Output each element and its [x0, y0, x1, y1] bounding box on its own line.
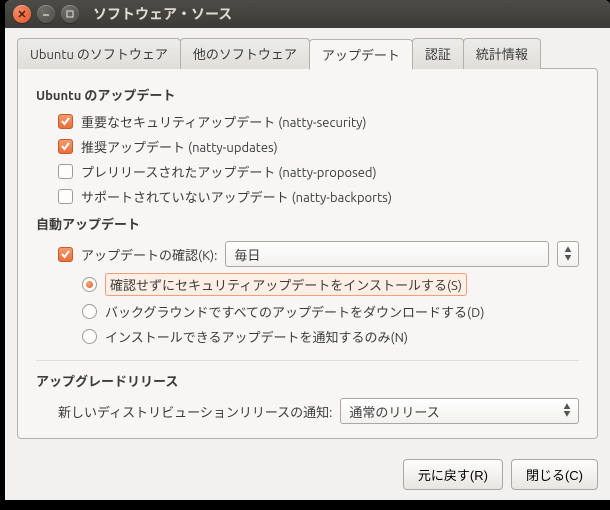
check-frequency-combo[interactable]: 毎日	[225, 241, 549, 267]
check-frequency-value: 毎日	[234, 245, 260, 264]
revert-button[interactable]: 元に戻す(R)	[403, 459, 503, 490]
checkbox-check-updates[interactable]	[58, 247, 73, 262]
titlebar: ソフトウェア・ソース	[5, 0, 610, 28]
radio-install-security-label: 確認せずにセキュリティアップデートをインストールする(S)	[105, 273, 467, 296]
radio-download-all-label: バックグラウンドですべてのアップデートをダウンロードする(D)	[105, 302, 484, 321]
release-notify-value: 通常のリリース	[349, 402, 439, 421]
checkbox-proposed-label: プレリリースされたアップデート (natty-proposed)	[81, 162, 377, 181]
release-upgrade-heading: アップグレードリリース	[36, 371, 579, 390]
tab-stats[interactable]: 統計情報	[463, 38, 541, 69]
close-button[interactable]: 閉じる(C)	[511, 459, 598, 490]
window-title: ソフトウェア・ソース	[93, 4, 232, 24]
checkbox-backports-label: サポートされていないアップデート (natty-backports)	[81, 187, 392, 206]
radio-notify-only[interactable]	[82, 329, 97, 344]
checkbox-backports[interactable]	[58, 189, 73, 204]
radio-notify-only-label: インストールできるアップデートを通知するのみ(N)	[105, 327, 408, 346]
tab-other-software[interactable]: 他のソフトウェア	[180, 38, 310, 69]
release-notify-combo[interactable]: 通常のリリース ▲ ▼	[340, 398, 579, 424]
tab-ubuntu-software[interactable]: Ubuntu のソフトウェア	[17, 38, 181, 69]
release-notify-label: 新しいディストリビューションリリースの通知:	[58, 402, 332, 421]
checkbox-proposed[interactable]	[58, 164, 73, 179]
chevron-up-icon: ▲	[565, 246, 572, 254]
check-updates-label: アップデートの確認(K):	[81, 245, 217, 264]
chevron-down-icon: ▼	[564, 411, 571, 418]
checkbox-updates-label: 推奨アップデート (natty-updates)	[81, 137, 278, 156]
dialog-buttons: 元に戻す(R) 閉じる(C)	[5, 449, 610, 500]
maximize-icon[interactable]	[61, 5, 79, 23]
ubuntu-updates-heading: Ubuntu のアップデート	[36, 85, 579, 104]
radio-install-security[interactable]	[82, 277, 97, 292]
checkbox-security[interactable]	[58, 114, 73, 129]
minimize-icon[interactable]	[37, 5, 55, 23]
content-area: Ubuntu のソフトウェア 他のソフトウェア アップデート 認証 統計情報 U…	[5, 28, 610, 449]
updates-panel: Ubuntu のアップデート 重要なセキュリティアップデート (natty-se…	[17, 68, 598, 439]
tab-auth[interactable]: 認証	[412, 38, 464, 69]
separator	[36, 360, 579, 361]
radio-download-all[interactable]	[82, 304, 97, 319]
chevron-down-icon: ▼	[565, 254, 572, 262]
frequency-spinner[interactable]: ▲ ▼	[557, 241, 579, 267]
software-sources-window: ソフトウェア・ソース Ubuntu のソフトウェア 他のソフトウェア アップデー…	[5, 0, 610, 500]
tab-updates[interactable]: アップデート	[309, 39, 413, 70]
checkbox-security-label: 重要なセキュリティアップデート (natty-security)	[81, 112, 367, 131]
close-icon[interactable]	[13, 5, 31, 23]
auto-updates-heading: 自動アップデート	[36, 214, 579, 233]
checkbox-updates[interactable]	[58, 139, 73, 154]
tab-bar: Ubuntu のソフトウェア 他のソフトウェア アップデート 認証 統計情報	[17, 38, 598, 69]
